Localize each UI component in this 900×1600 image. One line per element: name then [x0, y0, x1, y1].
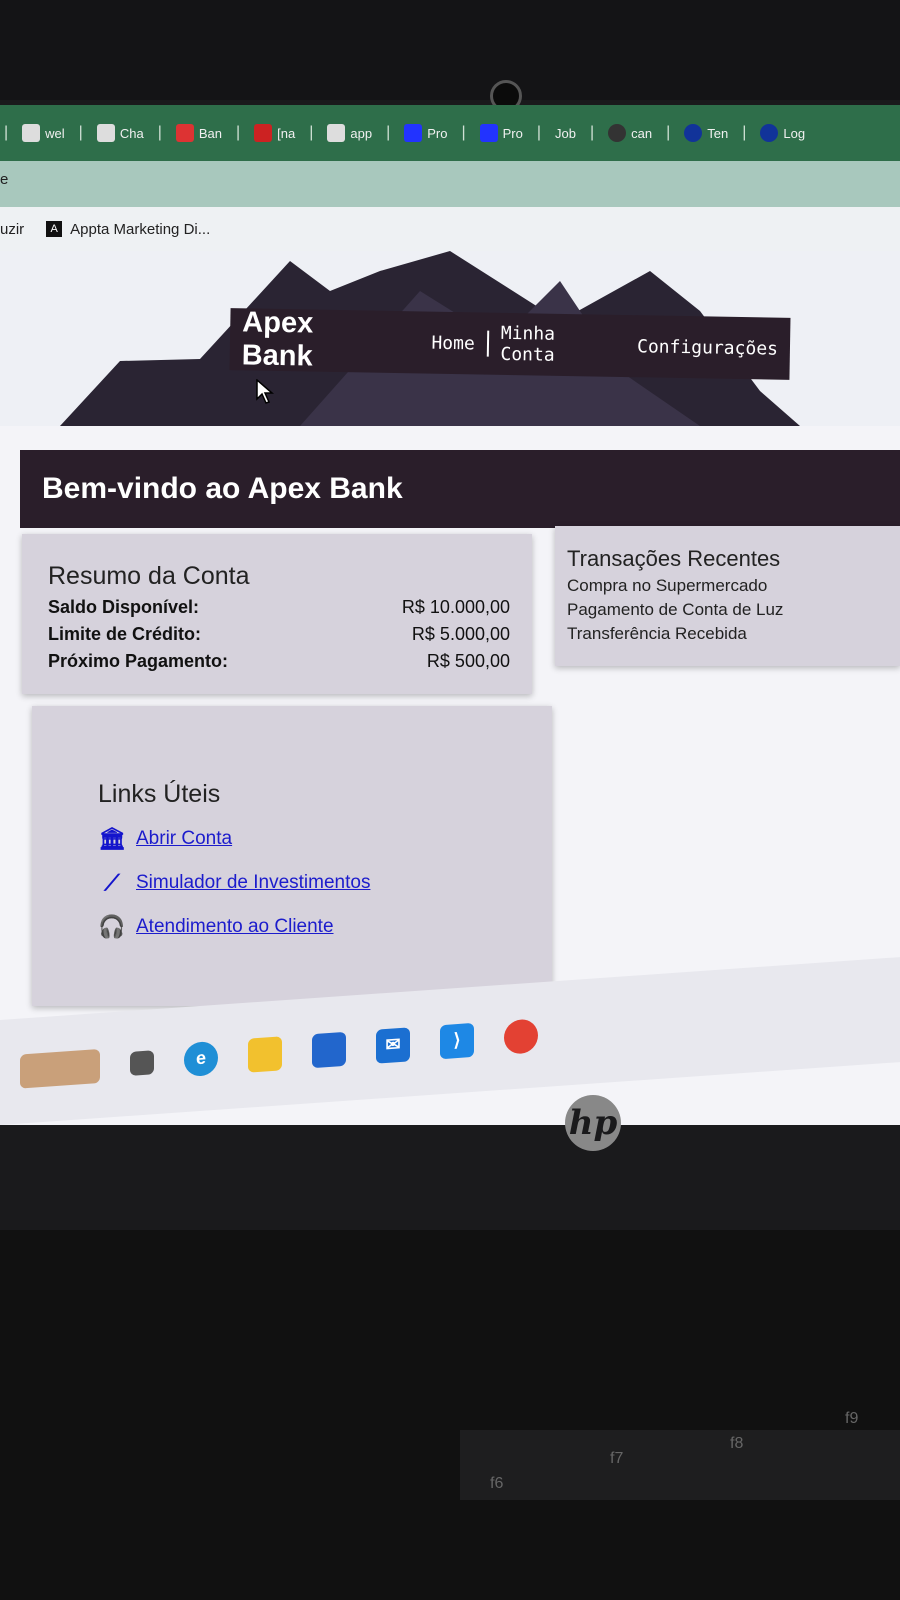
link-item[interactable]: ⟋ Simulador de Investimentos [98, 869, 532, 897]
pro-icon [404, 124, 423, 142]
function-key-row: f6 f7 f8 f9 [460, 1410, 900, 1500]
key-f7[interactable]: f7 [610, 1450, 623, 1468]
link-item[interactable]: 🎧 Atendimento ao Cliente [98, 913, 532, 941]
laptop-screen: | wel | Cha | Ban | [na | app | Pro | Pr… [0, 105, 900, 1125]
turtle-wallpaper-icon [20, 1048, 100, 1089]
url-text: e [0, 171, 9, 188]
browser-tab[interactable]: wel [22, 124, 65, 142]
can-icon [608, 124, 627, 142]
browser-tab-bar: | wel | Cha | Ban | [na | app | Pro | Pr… [0, 105, 900, 161]
nav-configuracoes[interactable]: Configurações [625, 336, 790, 360]
tab-label: Pro [502, 125, 523, 141]
tab-label: can [631, 125, 653, 141]
browser-tab[interactable]: Log [760, 124, 805, 142]
laptop-keyboard: f6 f7 f8 f9 [0, 1230, 900, 1600]
browser-tab[interactable]: [na [254, 124, 295, 142]
app-icon [327, 124, 346, 142]
useful-links-card: Links Úteis 🏛 Abrir Conta ⟋ Simulador de I… [32, 706, 552, 1006]
transactions-title: Transações Recentes [567, 546, 781, 571]
browser-tab[interactable]: can [608, 124, 652, 142]
tab-label: [na [277, 125, 296, 141]
brand-logo[interactable]: Apex Bank [241, 306, 384, 374]
browser-tab[interactable]: Ban [175, 124, 222, 142]
pro-icon [479, 124, 498, 142]
log-icon [760, 124, 779, 142]
nav-minha-conta[interactable]: Minha Conta [488, 323, 625, 367]
hp-logo: hp [565, 1095, 621, 1151]
browser-tab[interactable]: Cha [96, 124, 144, 142]
hero-banner: Apex Bank Home Minha Conta Configurações [0, 251, 900, 426]
tab-label: wel [45, 125, 65, 141]
tab-label: app [350, 125, 373, 141]
key-f8[interactable]: f8 [730, 1435, 743, 1453]
nav-home[interactable]: Home [419, 332, 487, 354]
welcome-banner: Bem-vindo ao Apex Bank [20, 450, 900, 528]
laptop-bezel [0, 0, 900, 100]
summary-row: Limite de Crédito: R$ 5.000,00 [48, 624, 510, 644]
chart-line-icon: ⟋ [104, 870, 120, 895]
key-f9[interactable]: f9 [845, 1410, 858, 1428]
browser-tab[interactable]: Pro [479, 124, 523, 142]
bookmark-item[interactable]: uzir [0, 221, 24, 238]
bookmark-item[interactable]: A Appta Marketing Di... [46, 221, 210, 238]
tab-label: Cha [119, 125, 144, 141]
summary-title: Resumo da Conta [48, 562, 250, 590]
link-abrir-conta[interactable]: Abrir Conta [136, 828, 232, 850]
summary-row: Próximo Pagamento: R$ 500,00 [48, 651, 510, 671]
browser-tab[interactable]: app [327, 124, 372, 142]
mail-icon[interactable]: ✉ [376, 1026, 410, 1064]
link-atendimento[interactable]: Atendimento ao Cliente [136, 916, 334, 938]
browser-tab[interactable]: Ten [684, 124, 728, 142]
bookmark-label: Appta Marketing Di... [70, 220, 211, 238]
chrome-icon[interactable] [504, 1017, 538, 1055]
headset-icon: 🎧 [98, 914, 126, 939]
store-icon[interactable] [312, 1031, 346, 1068]
ten-icon [684, 124, 703, 142]
tab-label: Ten [707, 125, 729, 141]
transaction-item[interactable]: Compra no Supermercado [567, 576, 886, 596]
browser-tab[interactable]: Pro [404, 124, 447, 142]
gmail-icon [175, 124, 194, 142]
link-simulador[interactable]: Simulador de Investimentos [136, 872, 370, 894]
link-item[interactable]: 🏛 Abrir Conta [98, 825, 532, 853]
transaction-item[interactable]: Pagamento de Conta de Luz [567, 600, 886, 620]
browser-tab[interactable]: Job [555, 126, 576, 141]
github-icon [22, 124, 41, 142]
address-bar[interactable]: e [0, 161, 900, 207]
main-navigation: Apex Bank Home Minha Conta Configurações [229, 306, 791, 380]
recent-transactions-card: Transações Recentes Compra no Supermerca… [555, 526, 900, 666]
key-f6[interactable]: f6 [490, 1475, 503, 1493]
bookmark-label: uzir [0, 220, 25, 238]
tab-label: Ban [198, 125, 222, 141]
tab-label: Job [555, 125, 576, 141]
summary-row: Saldo Disponível: R$ 10.000,00 [48, 597, 510, 617]
bank-icon: 🏛 [98, 826, 126, 851]
transaction-item[interactable]: Transferência Recebida [567, 624, 886, 644]
tab-label: Log [783, 125, 806, 141]
vscode-icon[interactable]: ⟩ [440, 1022, 474, 1059]
chatgpt-icon [96, 124, 115, 142]
edge-icon[interactable]: e [184, 1040, 218, 1077]
file-explorer-icon[interactable] [248, 1035, 282, 1073]
page-icon [254, 124, 273, 142]
tab-label: Pro [427, 125, 448, 141]
mouse-cursor-icon [256, 379, 275, 404]
account-summary-card: Resumo da Conta Saldo Disponível: R$ 10.0… [22, 534, 532, 694]
bookmarks-bar: uzir A Appta Marketing Di... [0, 207, 900, 251]
task-view-icon[interactable] [130, 1049, 154, 1076]
appta-icon: A [46, 221, 63, 237]
links-title: Links Úteis [98, 780, 221, 808]
